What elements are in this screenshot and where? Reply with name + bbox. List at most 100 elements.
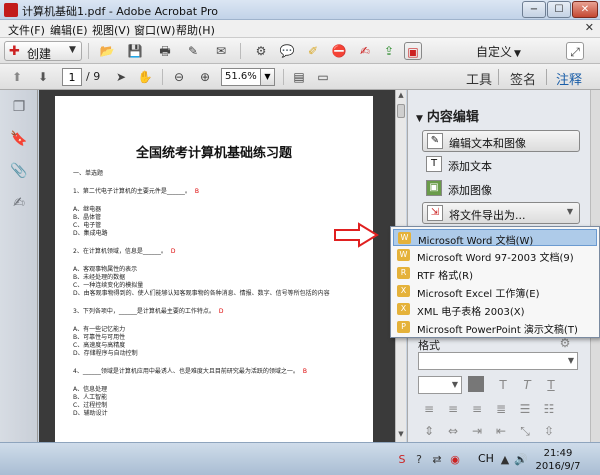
chevron-down-icon: ▼	[567, 356, 574, 365]
numbered-list-icon[interactable]: ☷	[540, 400, 558, 418]
underline-text-icon[interactable]: T	[542, 376, 560, 394]
indent-icon[interactable]: ⇥	[468, 422, 486, 440]
line-text: D、由客观事物得到的、使人们能够认知客观事物的各种消息、情报、数字、信号等所包括…	[73, 290, 330, 297]
page-number-input[interactable]	[62, 68, 82, 86]
create-button[interactable]: ✚ 创建 ▼	[4, 41, 82, 61]
export-word-item[interactable]: W Microsoft Word 文档(W)	[393, 229, 597, 247]
toolbar-divider	[240, 43, 241, 59]
email-icon[interactable]: ✉	[212, 42, 230, 60]
edit-text-image-button[interactable]: ✎ 编辑文本和图像	[422, 130, 580, 152]
expand-icon[interactable]: ⤢	[566, 42, 584, 60]
edit-icon[interactable]: ✎	[184, 42, 202, 60]
signature-panel-icon[interactable]: ✍	[10, 194, 28, 212]
export-xml-item[interactable]: X XML 电子表格 2003(X)	[393, 301, 597, 318]
baseline-icon[interactable]: ⇳	[540, 422, 558, 440]
export-word97-item[interactable]: W Microsoft Word 97-2003 文档(9)	[393, 247, 597, 264]
clock-date: 2016/9/7	[535, 461, 581, 472]
fit-page-icon[interactable]: ▤	[290, 68, 308, 86]
menu-window[interactable]: 窗口(W)	[134, 22, 175, 38]
scroll-up-icon[interactable]: ▲	[396, 91, 406, 101]
menu-file[interactable]: 文件(F)	[8, 22, 45, 38]
scroll-down-icon[interactable]: ▼	[396, 430, 406, 440]
excel-doc-icon: X	[397, 285, 410, 297]
answer-mark: B	[302, 368, 307, 375]
sign-icon[interactable]: ✍	[356, 42, 374, 60]
italic-text-icon[interactable]: T	[518, 376, 536, 394]
tab-sign[interactable]: 签名	[510, 69, 536, 88]
menu-view[interactable]: 视图(V)	[92, 22, 130, 38]
zoom-out-icon[interactable]: ⊖	[170, 68, 188, 86]
add-text-button[interactable]: T 添加文本	[422, 154, 580, 176]
document-close-button[interactable]: ✕	[585, 21, 594, 34]
system-clock[interactable]: 21:49 2016/9/7	[528, 447, 588, 473]
save-icon[interactable]: 💾	[126, 42, 144, 60]
export-excel-item[interactable]: X Microsoft Excel 工作簿(E)	[393, 283, 597, 300]
scrollbar-thumb[interactable]	[397, 104, 405, 118]
fit-width-icon[interactable]: ▭	[314, 68, 332, 86]
align-right-icon[interactable]: ≡	[468, 400, 486, 418]
pdf-page: 全国统考计算机基础练习题 一、单选题 1、第二代电子计算机的主要元件是______…	[55, 96, 373, 442]
previous-page-icon[interactable]: ⬆	[8, 68, 26, 86]
menu-help[interactable]: 帮助(H)	[176, 22, 215, 38]
line-text: 一、单选题	[73, 170, 104, 177]
line-spacing-icon[interactable]: ⇕	[420, 422, 438, 440]
line-text: D、集成电路	[73, 230, 108, 237]
menu-bar: 文件(F) 编辑(E) 视图(V) 窗口(W) 帮助(H) ✕	[0, 20, 600, 38]
bullet-list-icon[interactable]: ☰	[516, 400, 534, 418]
close-button[interactable]: ✕	[572, 1, 598, 18]
tab-comment[interactable]: 注释	[556, 69, 582, 88]
line-text: D、存储程序与自动控制	[73, 350, 138, 357]
network-icon[interactable]: ⇄	[430, 453, 444, 467]
print-icon[interactable]: 🖶	[156, 42, 174, 60]
line-text: 1、第二代电子计算机的主要元件是______。	[73, 188, 191, 195]
attachment-icon[interactable]: 📎	[10, 162, 28, 180]
zoom-level-field[interactable]: 51.6%	[221, 68, 261, 86]
text-color-swatch[interactable]	[468, 376, 484, 392]
justify-icon[interactable]: ≣	[492, 400, 510, 418]
share-icon[interactable]: ⇪	[380, 42, 398, 60]
comment-icon[interactable]: 💬	[278, 42, 296, 60]
volume-icon[interactable]: 🔊	[514, 453, 528, 467]
export-rtf-item[interactable]: R RTF 格式(R)	[393, 265, 597, 282]
customize-button[interactable]: 自定义 ▼	[476, 43, 521, 60]
scale-icon[interactable]: ⤡	[516, 422, 534, 440]
document-view[interactable]: 全国统考计算机基础练习题 一、单选题 1、第二代电子计算机的主要元件是______…	[39, 90, 395, 442]
title-bar: 计算机基础1.pdf - Adobe Acrobat Pro − ☐ ✕	[0, 0, 600, 20]
hand-tool-icon[interactable]: ✋	[136, 68, 154, 86]
bold-text-icon[interactable]: T	[494, 376, 512, 394]
chevron-down-icon[interactable]: ▼	[261, 68, 275, 86]
page-thumbnails-icon[interactable]: ❐	[10, 98, 28, 116]
security-icon[interactable]: ◉	[448, 453, 462, 467]
forms-icon[interactable]: ▣	[404, 42, 422, 60]
create-icon: ✚	[9, 44, 20, 59]
secure-icon[interactable]: ⛔	[330, 42, 348, 60]
minimize-button[interactable]: −	[522, 1, 546, 18]
menu-edit[interactable]: 编辑(E)	[50, 22, 88, 38]
align-center-icon[interactable]: ≡	[444, 400, 462, 418]
open-folder-icon[interactable]: 📂	[98, 42, 116, 60]
outdent-icon[interactable]: ⇤	[492, 422, 510, 440]
font-size-dropdown[interactable]: ▼	[418, 376, 462, 394]
show-hidden-icons[interactable]: ▲	[498, 453, 512, 467]
export-powerpoint-item[interactable]: P Microsoft PowerPoint 演示文稿(T)	[393, 319, 597, 336]
answer-mark: D	[218, 308, 224, 315]
export-word-label: Microsoft Word 文档(W)	[418, 236, 534, 247]
export-file-button[interactable]: ⇲ 将文件导出为... ▼	[422, 202, 580, 224]
gear-icon[interactable]: ⚙	[252, 42, 270, 60]
char-spacing-icon[interactable]: ⇔	[444, 422, 462, 440]
language-indicator[interactable]: CH	[478, 452, 494, 465]
chevron-down-icon: ▼	[514, 49, 521, 59]
align-left-icon[interactable]: ≡	[420, 400, 438, 418]
sogou-ime-icon[interactable]: S	[395, 453, 409, 467]
content-edit-header[interactable]: ▼ 内容编辑	[416, 106, 479, 125]
highlight-icon[interactable]: ✐	[304, 42, 322, 60]
maximize-button[interactable]: ☐	[547, 1, 571, 18]
tab-tools[interactable]: 工具	[466, 69, 492, 88]
select-cursor-icon[interactable]: ➤	[112, 68, 130, 86]
bookmark-icon[interactable]: 🔖	[10, 130, 28, 148]
add-image-button[interactable]: ▣ 添加图像	[422, 178, 580, 200]
next-page-icon[interactable]: ⬇	[34, 68, 52, 86]
font-family-dropdown[interactable]: ▼	[418, 352, 578, 370]
help-icon[interactable]: ?	[412, 453, 426, 467]
zoom-in-icon[interactable]: ⊕	[196, 68, 214, 86]
